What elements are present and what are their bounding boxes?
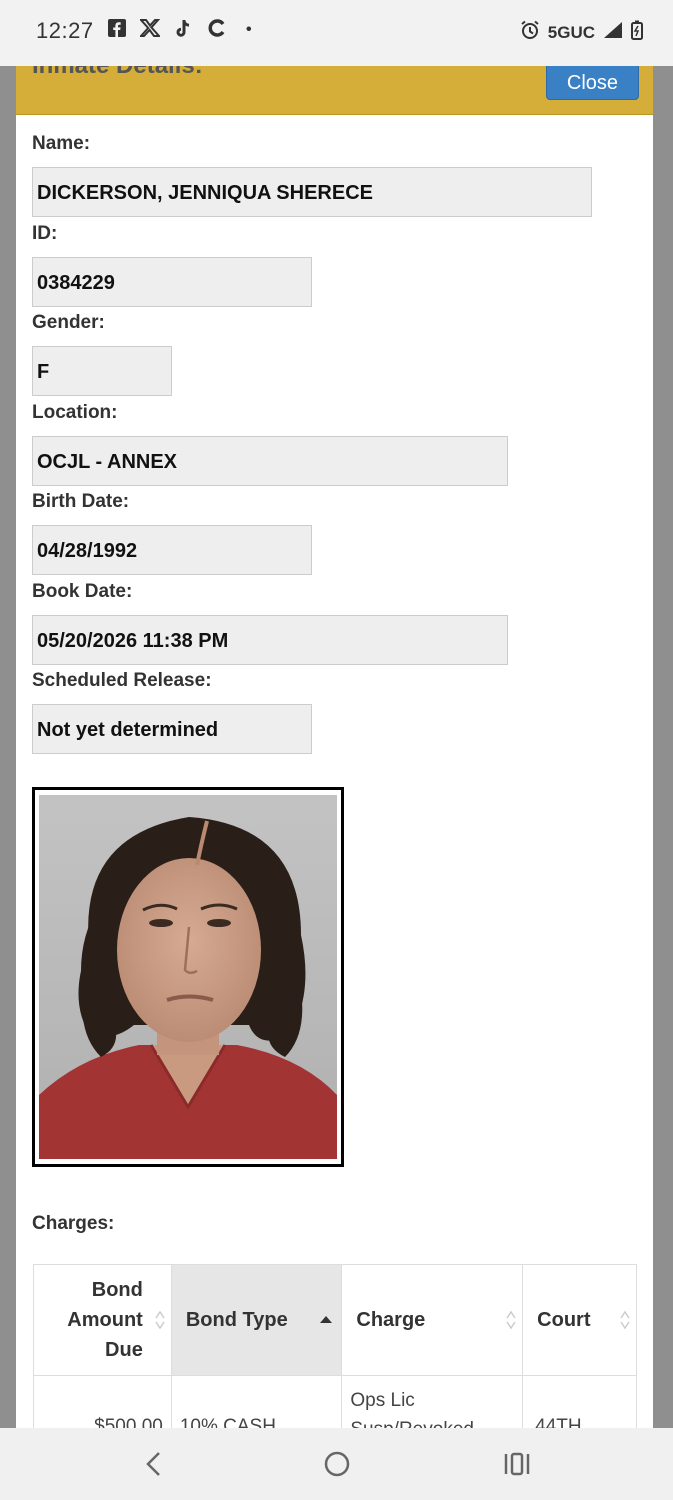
facebook-icon	[108, 19, 126, 43]
background-page	[0, 66, 16, 1428]
court-header: Court	[537, 1308, 591, 1331]
bond-type-cell: 10% CASH	[170, 1375, 343, 1428]
home-icon[interactable]	[323, 1450, 351, 1483]
sort-both-icon	[506, 1310, 516, 1330]
close-button[interactable]: Close	[546, 66, 639, 100]
name-field: DICKERSON, JENNIQUA SHERECE	[32, 167, 592, 217]
book-date-field: 05/20/2026 11:38 PM	[32, 615, 508, 665]
inmate-details-modal: Inmate Details: Close Name: DICKERSON, J…	[16, 66, 653, 1428]
status-bar: 12:27 • 5GUC	[0, 0, 673, 66]
alarm-icon	[520, 20, 540, 45]
charge-header: Charge	[356, 1308, 426, 1331]
charge-line: Ops Lic	[350, 1390, 415, 1411]
scheduled-release-label: Scheduled Release:	[32, 670, 212, 691]
navigation-bar	[0, 1428, 673, 1500]
sort-both-icon	[620, 1310, 630, 1330]
booking-photo	[39, 795, 337, 1159]
charges-label: Charges:	[32, 1213, 115, 1234]
bond-header-line: Amount	[67, 1309, 143, 1331]
modal-header: Inmate Details: Close	[16, 66, 653, 115]
clock: 12:27	[36, 18, 94, 43]
charge-cell: Ops Lic Susp/Revoked	[341, 1375, 524, 1428]
bond-header-line: Bond	[91, 1279, 143, 1301]
column-header-bond-amount[interactable]: Bond Amount Due	[33, 1264, 172, 1376]
signal-icon	[603, 21, 623, 44]
gender-field: F	[32, 346, 172, 396]
sort-ascending-icon	[320, 1316, 333, 1323]
column-header-court[interactable]: Court	[522, 1264, 637, 1376]
gender-label: Gender:	[32, 312, 105, 333]
sort-both-icon	[155, 1310, 165, 1330]
name-label: Name:	[32, 133, 91, 154]
birth-date-label: Birth Date:	[32, 491, 130, 512]
table-row: $500.00 10% CASH Ops Lic Susp/Revoked 44…	[33, 1375, 637, 1428]
charges-table: Bond Amount Due Bond Type Charge Court $…	[33, 1264, 637, 1428]
background-page-right	[653, 66, 673, 1428]
modal-title: Inmate Details:	[32, 66, 203, 80]
network-type: 5GUC	[547, 22, 595, 42]
more-notifications-dot-icon: •	[246, 21, 252, 38]
x-icon	[138, 19, 162, 43]
tiktok-icon	[174, 19, 192, 45]
booking-photo-frame	[32, 787, 344, 1167]
recent-apps-icon[interactable]	[503, 1451, 531, 1482]
bond-type-header: Bond Type	[185, 1308, 288, 1331]
book-date-label: Book Date:	[32, 581, 133, 602]
battery-icon	[631, 20, 643, 45]
id-label: ID:	[32, 223, 58, 244]
location-label: Location:	[32, 402, 118, 423]
birth-date-field: 04/28/1992	[32, 525, 312, 575]
id-field: 0384229	[32, 257, 312, 307]
c-app-icon	[208, 19, 226, 43]
scheduled-release-field: Not yet determined	[32, 704, 312, 754]
location-field: OCJL - ANNEX	[32, 436, 508, 486]
bond-header-line: Due	[105, 1339, 143, 1361]
column-header-bond-type[interactable]: Bond Type	[170, 1264, 343, 1376]
charge-line: Susp/Revoked	[350, 1419, 474, 1428]
bond-amount-cell: $500.00	[33, 1375, 172, 1428]
back-icon[interactable]	[143, 1450, 165, 1483]
court-cell: 44TH	[522, 1375, 637, 1428]
column-header-charge[interactable]: Charge	[341, 1264, 524, 1376]
